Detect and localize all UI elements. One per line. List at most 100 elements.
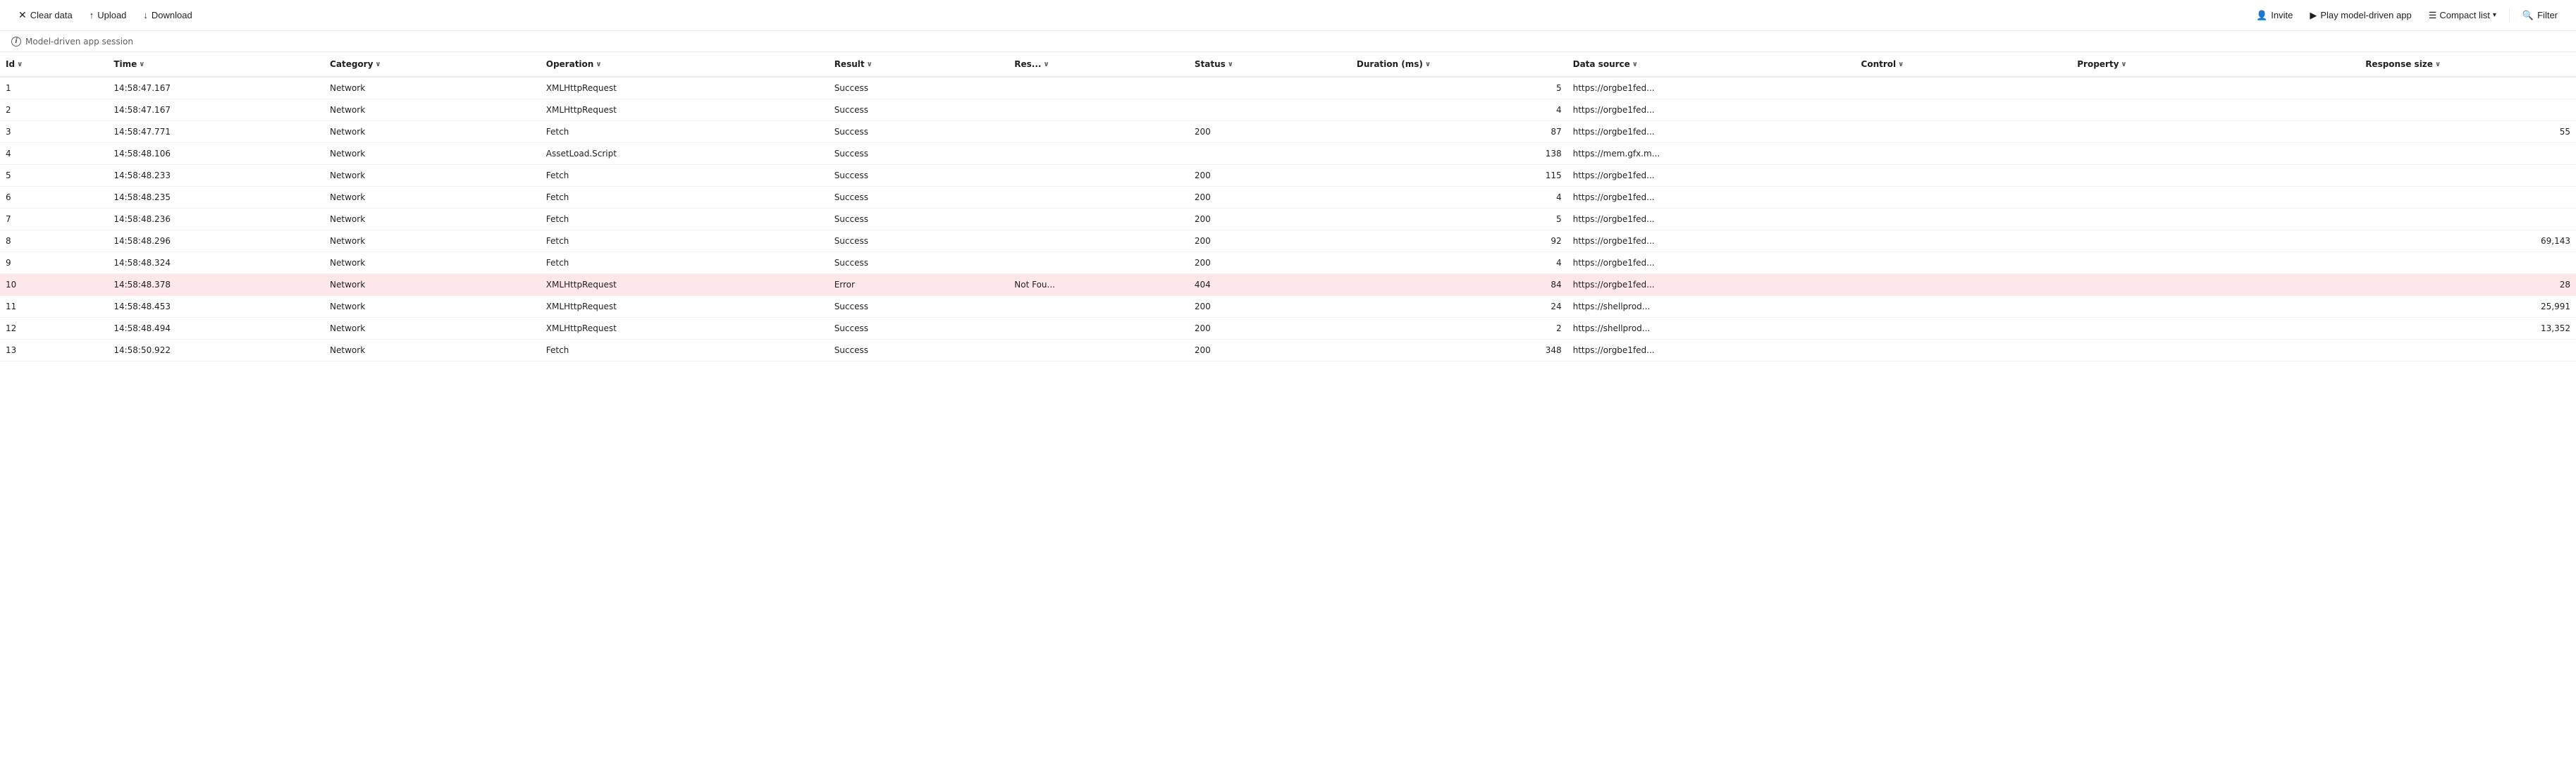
col-header-status[interactable]: Status ∨ (1189, 52, 1351, 77)
cell-control (1856, 77, 2072, 99)
upload-icon: ↑ (90, 10, 94, 20)
table-row[interactable]: 514:58:48.233NetworkFetchSuccess200115ht… (0, 165, 2576, 187)
cell-id: 4 (6, 149, 11, 159)
cell-datasource: https://orgbe1fed... (1567, 274, 1856, 296)
filter-button[interactable]: 🔍 Filter (2515, 6, 2565, 25)
download-label: Download (152, 10, 192, 20)
cell-result: Success (829, 77, 1009, 99)
download-button[interactable]: ↓ Download (136, 6, 199, 25)
cell-result: Success (829, 340, 1009, 361)
cell-operation: XMLHttpRequest (541, 99, 829, 121)
col-header-category[interactable]: Category ∨ (324, 52, 541, 77)
cell-control (1856, 318, 2072, 340)
cell-result: Success (829, 165, 1009, 187)
cell-id: 13 (6, 345, 16, 355)
cell-category: Network (324, 121, 541, 143)
cell-control (1856, 340, 2072, 361)
cell-datasource: https://orgbe1fed... (1567, 209, 1856, 230)
cell-id: 7 (6, 214, 11, 224)
cell-category: Network (324, 252, 541, 274)
cell-status: 200 (1189, 318, 1351, 340)
compact-list-button[interactable]: ☰ Compact list ▾ (2422, 6, 2503, 25)
cell-status: 200 (1189, 340, 1351, 361)
table-row[interactable]: 214:58:47.167NetworkXMLHttpRequestSucces… (0, 99, 2576, 121)
cell-responsesize (2360, 187, 2576, 209)
cell-responsesize: 69,143 (2360, 230, 2576, 252)
sort-icon-result: ∨ (867, 61, 873, 68)
table-row[interactable]: 714:58:48.236NetworkFetchSuccess2005http… (0, 209, 2576, 230)
col-header-duration[interactable]: Duration (ms) ∨ (1351, 52, 1567, 77)
cell-responsesize: 28 (2360, 274, 2576, 296)
cell-id: 8 (6, 236, 11, 246)
cell-result: Success (829, 296, 1009, 318)
cell-category: Network (324, 143, 541, 165)
table-row[interactable]: 314:58:47.771NetworkFetchSuccess20087htt… (0, 121, 2576, 143)
cell-time: 14:58:48.324 (108, 252, 324, 274)
cell-status: 200 (1189, 252, 1351, 274)
cell-datasource: https://orgbe1fed... (1567, 165, 1856, 187)
table-row[interactable]: 1314:58:50.922NetworkFetchSuccess200348h… (0, 340, 2576, 361)
col-header-id[interactable]: Id ∨ (0, 52, 108, 77)
clear-data-button[interactable]: ✕ Clear data (11, 5, 80, 25)
sort-icon-control: ∨ (1898, 61, 1904, 68)
sort-icon-time: ∨ (139, 61, 144, 68)
play-label: Play model-driven app (2320, 10, 2411, 20)
cell-status: 404 (1189, 274, 1351, 296)
table-row[interactable]: 1014:58:48.378NetworkXMLHttpRequestError… (0, 274, 2576, 296)
cell-datasource: https://orgbe1fed... (1567, 121, 1856, 143)
cell-property (2071, 187, 2360, 209)
cell-result: Success (829, 318, 1009, 340)
col-header-result[interactable]: Result ∨ (829, 52, 1009, 77)
cell-control (1856, 165, 2072, 187)
table-row[interactable]: 914:58:48.324NetworkFetchSuccess2004http… (0, 252, 2576, 274)
toolbar: ✕ Clear data ↑ Upload ↓ Download 👤 Invit… (0, 0, 2576, 31)
cell-datasource: https://orgbe1fed... (1567, 230, 1856, 252)
col-header-time[interactable]: Time ∨ (108, 52, 324, 77)
col-header-property[interactable]: Property ∨ (2071, 52, 2360, 77)
col-header-res[interactable]: Res... ∨ (1009, 52, 1189, 77)
cell-operation: Fetch (541, 187, 829, 209)
table-row[interactable]: 414:58:48.106NetworkAssetLoad.ScriptSucc… (0, 143, 2576, 165)
cell-property (2071, 165, 2360, 187)
cell-res (1009, 121, 1189, 143)
cell-datasource: https://orgbe1fed... (1567, 77, 1856, 99)
cell-res (1009, 340, 1189, 361)
sort-icon-res: ∨ (1043, 61, 1049, 68)
table-row[interactable]: 1114:58:48.453NetworkXMLHttpRequestSucce… (0, 296, 2576, 318)
cell-property (2071, 274, 2360, 296)
cell-operation: XMLHttpRequest (541, 77, 829, 99)
cell-control (1856, 274, 2072, 296)
sort-icon-duration: ∨ (1425, 61, 1431, 68)
upload-button[interactable]: ↑ Upload (82, 6, 134, 25)
cell-property (2071, 252, 2360, 274)
clear-data-label: Clear data (30, 10, 73, 20)
table-row[interactable]: 1214:58:48.494NetworkXMLHttpRequestSucce… (0, 318, 2576, 340)
compact-list-chevron-icon: ▾ (2493, 11, 2496, 19)
col-header-datasource[interactable]: Data source ∨ (1567, 52, 1856, 77)
cell-id: 10 (6, 280, 16, 290)
table-row[interactable]: 814:58:48.296NetworkFetchSuccess20092htt… (0, 230, 2576, 252)
col-header-control[interactable]: Control ∨ (1856, 52, 2072, 77)
table-row[interactable]: 114:58:47.167NetworkXMLHttpRequestSucces… (0, 77, 2576, 99)
table-row[interactable]: 614:58:48.235NetworkFetchSuccess2004http… (0, 187, 2576, 209)
cell-control (1856, 187, 2072, 209)
invite-button[interactable]: 👤 Invite (2249, 6, 2300, 25)
sort-icon-category: ∨ (375, 61, 381, 68)
filter-icon: 🔍 (2522, 10, 2534, 21)
play-button[interactable]: ▶ Play model-driven app (2303, 6, 2418, 25)
sort-icon-responsesize: ∨ (2435, 61, 2441, 68)
cell-time: 14:58:48.235 (108, 187, 324, 209)
toolbar-left: ✕ Clear data ↑ Upload ↓ Download (11, 5, 2246, 25)
cell-id: 3 (6, 127, 11, 137)
toolbar-right: 👤 Invite ▶ Play model-driven app ☰ Compa… (2249, 6, 2565, 25)
col-header-operation[interactable]: Operation ∨ (541, 52, 829, 77)
compact-list-label: Compact list (2439, 10, 2490, 20)
upload-label: Upload (97, 10, 126, 20)
cell-category: Network (324, 99, 541, 121)
cell-res (1009, 296, 1189, 318)
cell-control (1856, 296, 2072, 318)
clear-data-icon: ✕ (18, 9, 27, 21)
cell-operation: Fetch (541, 209, 829, 230)
compact-list-icon: ☰ (2429, 10, 2437, 21)
col-header-responsesize[interactable]: Response size ∨ (2360, 52, 2576, 77)
